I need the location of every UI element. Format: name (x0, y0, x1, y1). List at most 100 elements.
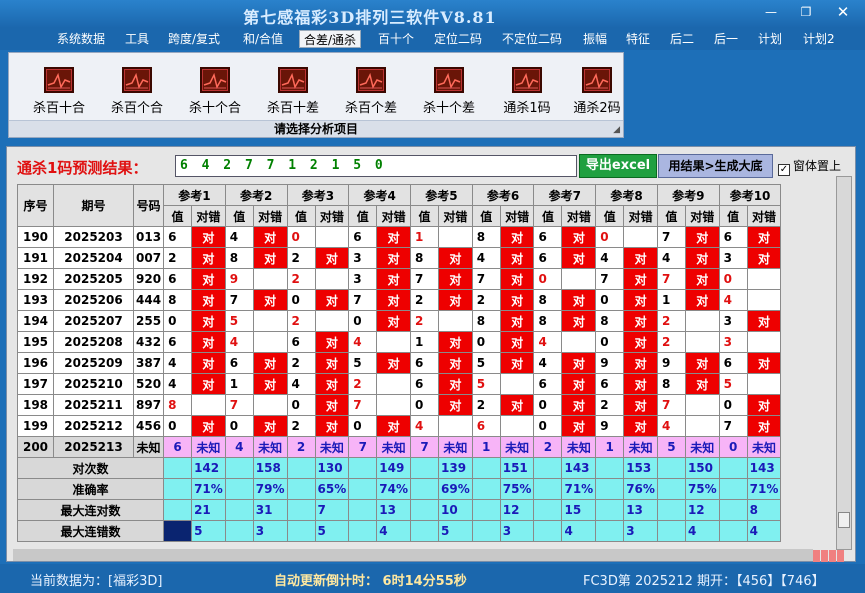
table-row[interactable]: 193 2025206 444 8 对 7 对 0 对 7 对 2 对 2 对 8 对 0 对 1 对 4 (17, 289, 782, 311)
result-cell: 对 (684, 373, 720, 395)
result-cell: 对 (561, 394, 597, 416)
prediction-result-field[interactable]: 6 4 2 7 7 1 2 1 5 0 (175, 155, 577, 177)
stats-spacer (471, 457, 501, 479)
stats-value: 5 (314, 520, 350, 542)
menu-item-5[interactable]: 百十个 (374, 30, 418, 48)
menu-item-13[interactable]: 计划2 (799, 30, 839, 48)
stats-row: 对次数 142 158 130 149 139 151 143 153 150 143 (16, 457, 782, 479)
checkbox-check-icon[interactable]: ✓ (778, 164, 790, 176)
menu-item-7[interactable]: 不定位二码 (498, 30, 566, 48)
result-cell: 对 (499, 331, 535, 353)
ribbon-button-2[interactable]: 杀十个合 (180, 63, 250, 116)
value-cell: 9 (595, 352, 625, 374)
result-cell: 对 (561, 373, 597, 395)
table-row[interactable]: 194 2025207 255 0 对 5 2 0 对 2 8 对 8 对 8 对 2 3 对 (17, 310, 782, 332)
table-row[interactable]: 195 2025208 432 6 对 4 6 对 4 1 对 0 对 4 0 对 2 3 (17, 331, 782, 353)
stats-value: 75% (499, 478, 535, 500)
result-cell (252, 268, 288, 290)
result-cell: 对 (561, 352, 597, 374)
ribbon-button-6[interactable]: 通杀1码 (492, 63, 562, 116)
stats-spacer (163, 478, 193, 500)
value-cell: 6 (533, 226, 563, 248)
issue-cell: 2025204 (53, 247, 134, 269)
window-ontop-checkbox[interactable]: ✓ 窗体置上 (778, 157, 841, 176)
value-cell: 6 (533, 247, 563, 269)
value-cell: 4 (163, 352, 193, 374)
value-cell: 4 (410, 415, 439, 437)
table-row[interactable]: 199 2025212 456 0 对 0 对 2 对 0 对 4 6 0 对 9 对 4 7 对 (17, 415, 782, 437)
issue-cell: 2025210 (53, 373, 134, 395)
scrollbar-thumb[interactable] (838, 512, 850, 528)
expand-corner-icon[interactable]: ◢ (613, 125, 620, 135)
generate-base-button[interactable]: 用结果>生成大底 (658, 154, 773, 178)
vertical-scrollbar[interactable] (836, 176, 852, 550)
menu-item-10[interactable]: 后二 (666, 30, 698, 48)
code-cell: 432 (132, 331, 165, 353)
result-cell: 对 (746, 352, 782, 374)
value-cell: 0 (595, 226, 625, 248)
code-cell: 387 (132, 352, 165, 374)
menu-item-3[interactable]: 和/合值 (239, 30, 287, 48)
stats-spacer (348, 457, 378, 479)
prediction-value-cell: 7 (410, 436, 439, 458)
menu-item-2[interactable]: 跨度/复式 (164, 30, 224, 48)
menu-item-0[interactable]: 系统数据 (53, 30, 109, 48)
prediction-status-cell: 未知 (314, 436, 350, 458)
stats-spacer (471, 520, 501, 542)
value-cell: 4 (533, 352, 563, 374)
prediction-label: 通杀1码预测结果： (17, 159, 148, 177)
result-cell: 对 (191, 415, 226, 437)
ribbon-button-5[interactable]: 杀十个差 (414, 63, 484, 116)
ref-header: 参考9 (656, 184, 720, 206)
ribbon-button-0[interactable]: 杀百十合 (24, 63, 94, 116)
table-row[interactable]: 196 2025209 387 4 对 6 对 2 对 5 对 6 对 5 对 4 对 9 对 9 对 6 对 (17, 352, 782, 374)
table-row[interactable]: 198 2025211 897 8 7 0 对 7 0 对 2 对 0 对 2 对 7 0 对 (17, 394, 782, 416)
value-subheader: 值 (533, 205, 563, 227)
menu-item-4[interactable]: 合差/通杀 (299, 30, 362, 48)
ribbon-button-label: 通杀1码 (503, 101, 551, 116)
result-cell: 对 (376, 415, 411, 437)
restore-icon[interactable]: ❐ (795, 4, 817, 20)
result-cell: 对 (252, 415, 288, 437)
prediction-status-cell: 未知 (252, 436, 288, 458)
ref-header: 参考8 (595, 184, 658, 206)
value-cell: 7 (224, 394, 254, 416)
result-subheader: 对错 (252, 205, 288, 227)
value-cell: 5 (471, 352, 501, 374)
table-row[interactable]: 191 2025204 007 2 对 8 对 2 对 3 对 8 对 4 对 6 对 4 对 4 对 3 对 (17, 247, 782, 269)
result-cell: 对 (438, 394, 473, 416)
ribbon-button-3[interactable]: 杀百十差 (258, 63, 328, 116)
stats-row: 最大连错数 5 3 5 4 5 3 4 3 4 4 (16, 520, 782, 542)
result-cell (746, 373, 782, 395)
prediction-value-cell: 6 (163, 436, 193, 458)
prediction-row[interactable]: 200 2025213 未知 6 未知 4 未知 2 未知 7 未知 7 未知 1 未知 2 未知 1 未知 5 未知 0… (17, 436, 782, 458)
menu-item-6[interactable]: 定位二码 (430, 30, 486, 48)
export-excel-button[interactable]: 导出excel (579, 154, 657, 178)
result-cell: 对 (438, 352, 473, 374)
ribbon-button-4[interactable]: 杀百个差 (336, 63, 406, 116)
value-cell: 0 (533, 415, 563, 437)
menu-item-8[interactable]: 振幅 (579, 30, 611, 48)
ribbon-button-7[interactable]: 通杀2码 (562, 63, 632, 116)
ribbon-button-1[interactable]: 杀百个合 (102, 63, 172, 116)
menu-item-12[interactable]: 计划 (754, 30, 786, 48)
minimize-icon[interactable]: — (760, 4, 782, 20)
stats-value: 5 (191, 520, 226, 542)
table-row[interactable]: 190 2025203 013 6 对 4 对 0 6 对 1 8 对 6 对 0 7 对 6 对 (17, 226, 782, 248)
menu-bar: 系统数据 工具 跨度/复式 和/合值 合差/通杀 百十个 定位二码 不定位二码 振幅 特征 后二 后一… (0, 28, 865, 50)
menu-item-1[interactable]: 工具 (121, 30, 153, 48)
value-cell: 6 (163, 331, 193, 353)
result-cell: 对 (499, 226, 535, 248)
table-row[interactable]: 192 2025205 920 6 对 9 2 3 对 7 对 7 对 0 7 对 7 对 0 (17, 268, 782, 290)
horizontal-scrollbar[interactable] (13, 549, 813, 561)
value-cell: 0 (163, 310, 193, 332)
ribbon-button-label: 杀十个合 (188, 101, 241, 116)
stats-value: 69% (438, 478, 473, 500)
close-icon[interactable]: ✕ (832, 4, 854, 20)
value-cell: 7 (410, 268, 439, 290)
menu-item-11[interactable]: 后一 (710, 30, 742, 48)
result-cell: 对 (252, 289, 288, 311)
table-row[interactable]: 197 2025210 520 4 对 1 对 4 对 2 6 对 5 6 对 6 对 8 对 5 (17, 373, 782, 395)
result-cell: 对 (376, 310, 411, 332)
menu-item-9[interactable]: 特征 (622, 30, 654, 48)
